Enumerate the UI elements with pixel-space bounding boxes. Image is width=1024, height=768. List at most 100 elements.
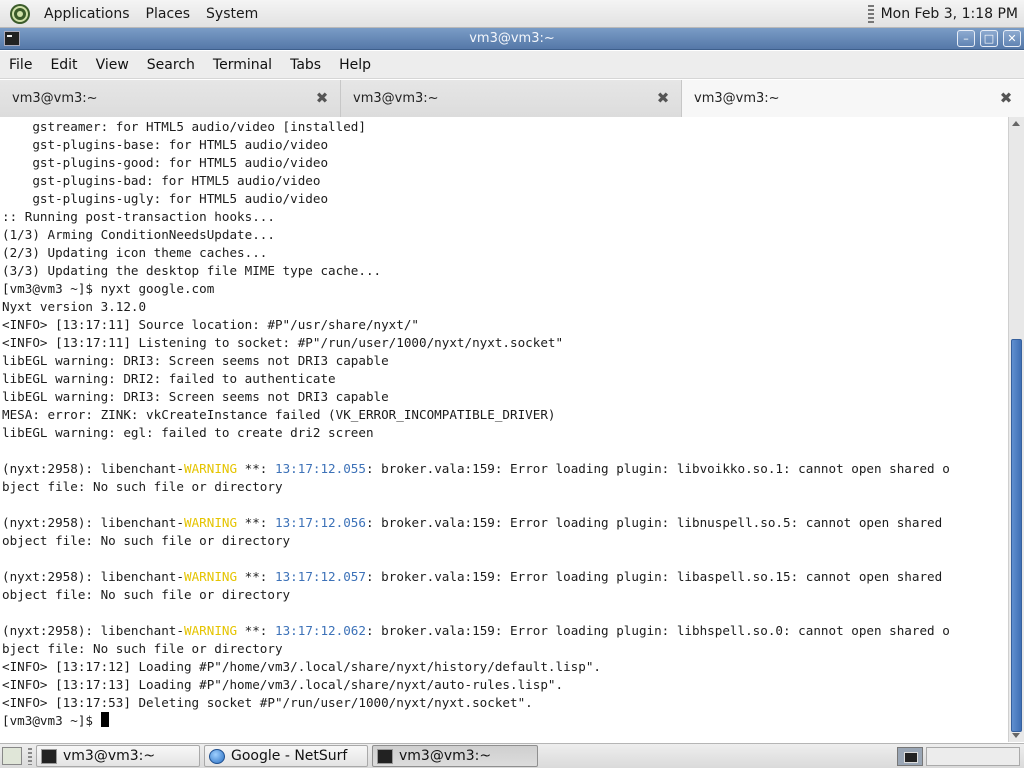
distro-logo-icon[interactable] xyxy=(9,3,31,25)
terminal-text: <INFO> [13:17:11] Source location: #P"/u… xyxy=(2,317,420,332)
terminal-text: object file: No such file or directory xyxy=(2,587,291,602)
tab-label: vm3@vm3:~ xyxy=(353,91,439,106)
terminal-line: gstreamer: for HTML5 audio/video [instal… xyxy=(0,118,1008,136)
terminal-line: MESA: error: ZINK: vkCreateInstance fail… xyxy=(0,406,1008,424)
tab-3-active[interactable]: vm3@vm3:~ ✖ xyxy=(682,80,1024,118)
terminal-line: [vm3@vm3 ~]$ nyxt google.com xyxy=(0,280,1008,298)
terminal-line: object file: No such file or directory xyxy=(0,586,1008,604)
warning-text: WARNING xyxy=(183,515,238,530)
terminal-line: gst-plugins-base: for HTML5 audio/video xyxy=(0,136,1008,154)
terminal-line: (2/3) Updating icon theme caches... xyxy=(0,244,1008,262)
terminal-line: <INFO> [13:17:13] Loading #P"/home/vm3/.… xyxy=(0,676,1008,694)
terminal-text: **: xyxy=(237,461,275,476)
taskbar-item-netsurf[interactable]: Google - NetSurf xyxy=(204,745,368,767)
minimize-button[interactable]: – xyxy=(957,30,975,47)
menu-edit[interactable]: Edit xyxy=(41,51,86,79)
menu-help[interactable]: Help xyxy=(330,51,380,79)
scroll-down-icon[interactable] xyxy=(1012,733,1020,738)
terminal-text: (nyxt:2958): libenchant- xyxy=(2,461,184,476)
timestamp-text: 13:17:12.056 xyxy=(274,515,366,530)
applications-menu[interactable]: Applications xyxy=(36,0,138,28)
system-menu[interactable]: System xyxy=(198,0,266,28)
terminal-line: libEGL warning: egl: failed to create dr… xyxy=(0,424,1008,442)
terminal-text: <INFO> [13:17:12] Loading #P"/home/vm3/.… xyxy=(2,659,601,674)
terminal-text: <INFO> [13:17:11] Listening to socket: #… xyxy=(2,335,564,350)
terminal-text: libEGL warning: egl: failed to create dr… xyxy=(2,425,374,440)
menubar: File Edit View Search Terminal Tabs Help xyxy=(0,51,1024,79)
terminal-text: **: xyxy=(237,515,275,530)
places-menu[interactable]: Places xyxy=(138,0,199,28)
terminal-text: (nyxt:2958): libenchant- xyxy=(2,569,184,584)
terminal-line: bject file: No such file or directory xyxy=(0,640,1008,658)
workspace-switcher[interactable] xyxy=(926,747,1020,766)
warning-text: WARNING xyxy=(183,461,238,476)
timestamp-text: 13:17:12.055 xyxy=(274,461,366,476)
terminal-scrollbar[interactable] xyxy=(1008,117,1024,742)
terminal-text: [vm3@vm3 ~]$ xyxy=(2,713,101,728)
close-icon: ✕ xyxy=(1007,32,1017,45)
tab-label: vm3@vm3:~ xyxy=(694,91,780,106)
tab-close-icon[interactable]: ✖ xyxy=(998,90,1014,106)
terminal-icon xyxy=(377,749,393,764)
terminal-text: **: xyxy=(237,623,275,638)
terminal-text: (nyxt:2958): libenchant- xyxy=(2,515,184,530)
panel-grip-icon[interactable] xyxy=(867,4,874,23)
terminal-text: Nyxt version 3.12.0 xyxy=(2,299,147,314)
netsurf-globe-icon xyxy=(209,749,225,764)
terminal-line: <INFO> [13:17:12] Loading #P"/home/vm3/.… xyxy=(0,658,1008,676)
terminal-line: (nyxt:2958): libenchant-WARNING **: 13:1… xyxy=(0,460,1008,478)
taskbar-item-label: vm3@vm3:~ xyxy=(63,748,156,764)
tab-1[interactable]: vm3@vm3:~ ✖ xyxy=(0,80,341,117)
scrollbar-thumb[interactable] xyxy=(1011,339,1022,732)
terminal-line: (nyxt:2958): libenchant-WARNING **: 13:1… xyxy=(0,622,1008,640)
taskbar-item-label: vm3@vm3:~ xyxy=(399,748,492,764)
scroll-up-icon[interactable] xyxy=(1012,121,1020,126)
bottom-taskbar: vm3@vm3:~ Google - NetSurf vm3@vm3:~ xyxy=(0,743,1024,768)
terminal-line: (nyxt:2958): libenchant-WARNING **: 13:1… xyxy=(0,514,1008,532)
terminal-line: <INFO> [13:17:11] Source location: #P"/u… xyxy=(0,316,1008,334)
terminal-text: : broker.vala:159: Error loading plugin:… xyxy=(365,515,943,530)
terminal-line: (1/3) Arming ConditionNeedsUpdate... xyxy=(0,226,1008,244)
terminal-text: libEGL warning: DRI3: Screen seems not D… xyxy=(2,353,389,368)
menu-search[interactable]: Search xyxy=(138,51,204,79)
taskbar-item-terminal-2[interactable]: vm3@vm3:~ xyxy=(372,745,538,767)
terminal-line: :: Running post-transaction hooks... xyxy=(0,208,1008,226)
terminal-text: (nyxt:2958): libenchant- xyxy=(2,623,184,638)
terminal-text: libEGL warning: DRI2: failed to authenti… xyxy=(2,371,336,386)
terminal-output[interactable]: gstreamer: for HTML5 audio/video [instal… xyxy=(0,117,1008,742)
terminal-line: gst-plugins-good: for HTML5 audio/video xyxy=(0,154,1008,172)
show-desktop-icon[interactable] xyxy=(2,747,22,765)
tab-2[interactable]: vm3@vm3:~ ✖ xyxy=(341,80,682,117)
menu-tabs[interactable]: Tabs xyxy=(281,51,330,79)
terminal-text: object file: No such file or directory xyxy=(2,533,291,548)
menu-terminal[interactable]: Terminal xyxy=(204,51,281,79)
taskbar-item-terminal-1[interactable]: vm3@vm3:~ xyxy=(36,745,200,767)
workspace-1-icon[interactable] xyxy=(897,747,923,766)
taskbar-item-label: Google - NetSurf xyxy=(231,748,348,764)
terminal-text: : broker.vala:159: Error loading plugin:… xyxy=(365,569,943,584)
menu-file[interactable]: File xyxy=(0,51,41,79)
close-window-button[interactable]: ✕ xyxy=(1003,30,1021,47)
menu-view[interactable]: View xyxy=(87,51,138,79)
terminal-text: (1/3) Arming ConditionNeedsUpdate... xyxy=(2,227,275,242)
tab-close-icon[interactable]: ✖ xyxy=(314,90,330,106)
window-titlebar[interactable]: vm3@vm3:~ – □ ✕ xyxy=(0,28,1024,50)
terminal-text: **: xyxy=(237,569,275,584)
tab-close-icon[interactable]: ✖ xyxy=(655,90,671,106)
clock[interactable]: Mon Feb 3, 1:18 PM xyxy=(881,6,1024,22)
tab-label: vm3@vm3:~ xyxy=(12,91,98,106)
terminal-text: :: Running post-transaction hooks... xyxy=(2,209,275,224)
top-panel: Applications Places System Mon Feb 3, 1:… xyxy=(0,0,1024,28)
terminal-text: <INFO> [13:17:53] Deleting socket #P"/ru… xyxy=(2,695,533,710)
terminal-line: <INFO> [13:17:53] Deleting socket #P"/ru… xyxy=(0,694,1008,712)
terminal-cursor xyxy=(100,712,109,727)
warning-text: WARNING xyxy=(183,569,238,584)
maximize-button[interactable]: □ xyxy=(980,30,998,47)
maximize-icon: □ xyxy=(983,32,995,45)
terminal-text: gst-plugins-good: for HTML5 audio/video xyxy=(2,155,329,170)
terminal-line: object file: No such file or directory xyxy=(0,532,1008,550)
terminal-line: libEGL warning: DRI3: Screen seems not D… xyxy=(0,352,1008,370)
